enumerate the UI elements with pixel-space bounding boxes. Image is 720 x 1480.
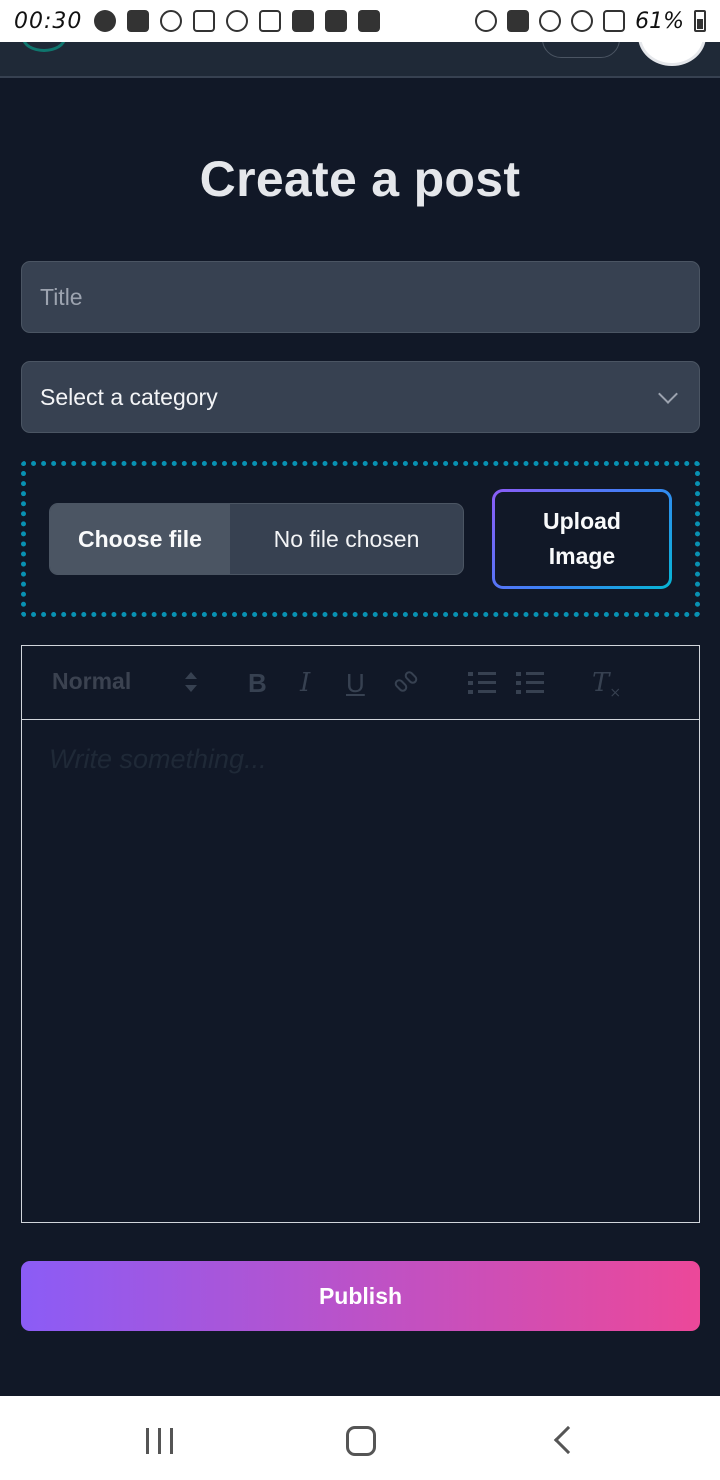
back-icon[interactable] bbox=[553, 1425, 583, 1455]
publish-button[interactable]: Publish bbox=[21, 1261, 700, 1331]
battery-icon bbox=[694, 10, 706, 32]
category-select[interactable]: Select a category bbox=[21, 361, 700, 433]
no-sim-icon bbox=[571, 10, 594, 32]
upload-image-button[interactable]: Upload Image bbox=[492, 489, 672, 589]
format-select[interactable]: Normal bbox=[52, 668, 131, 695]
clear-x-icon: × bbox=[609, 685, 622, 702]
select-arrows-icon[interactable] bbox=[184, 670, 198, 694]
app-logo[interactable] bbox=[22, 42, 66, 52]
bullet-list-icon[interactable] bbox=[516, 670, 544, 696]
choose-file-button[interactable]: Choose file bbox=[50, 504, 230, 574]
status-bar: 00:30 61% bbox=[0, 0, 720, 42]
account-icon bbox=[160, 10, 183, 32]
notification-icons bbox=[94, 10, 381, 32]
app-header bbox=[0, 42, 720, 78]
chevron-down-icon bbox=[658, 384, 678, 404]
category-selected-value: Select a category bbox=[40, 383, 218, 410]
status-time: 00:30 bbox=[14, 8, 83, 34]
wifi-icon bbox=[539, 10, 562, 32]
title-field[interactable] bbox=[21, 261, 700, 333]
upload-image-label: Upload Image bbox=[495, 492, 669, 586]
recent-apps-icon[interactable] bbox=[146, 1428, 174, 1454]
link-icon[interactable] bbox=[392, 669, 420, 696]
signal-icon bbox=[603, 10, 626, 32]
home-icon[interactable] bbox=[346, 1426, 376, 1456]
battery-percent: 61% bbox=[635, 8, 684, 34]
chat-icon bbox=[226, 10, 249, 32]
editor-toolbar: Normal B I U T× bbox=[22, 646, 699, 720]
system-nav-bar bbox=[0, 1396, 720, 1480]
linkedin-icon bbox=[127, 10, 150, 32]
instagram-icon bbox=[193, 10, 216, 32]
clear-format-label: T bbox=[592, 668, 610, 698]
editor-placeholder: Write something... bbox=[49, 744, 267, 774]
shopping-bag-icon bbox=[358, 10, 381, 32]
title-input[interactable] bbox=[40, 283, 681, 311]
clear-format-button[interactable]: T× bbox=[592, 668, 621, 701]
file-status: No file chosen bbox=[273, 525, 420, 552]
gallery-icon bbox=[325, 10, 348, 32]
avatar[interactable] bbox=[638, 42, 706, 66]
mute-icon bbox=[507, 10, 530, 32]
alarm-icon bbox=[475, 10, 498, 32]
rich-text-editor: Normal B I U T× Write something... bbox=[21, 645, 700, 1223]
file-picker[interactable]: Choose file No file chosen bbox=[49, 503, 464, 575]
underline-button[interactable]: U bbox=[346, 668, 365, 699]
page-title: Create a post bbox=[199, 151, 521, 207]
system-icons: 61% bbox=[475, 9, 706, 34]
editor-body[interactable]: Write something... bbox=[22, 720, 699, 799]
gmail-icon bbox=[259, 10, 282, 32]
italic-button[interactable]: I bbox=[300, 668, 310, 698]
bold-button[interactable]: B bbox=[248, 668, 267, 699]
ordered-list-icon[interactable] bbox=[468, 670, 496, 696]
bitcoin-icon bbox=[94, 10, 117, 32]
clock-app-icon bbox=[292, 10, 315, 32]
header-button[interactable] bbox=[542, 42, 620, 58]
